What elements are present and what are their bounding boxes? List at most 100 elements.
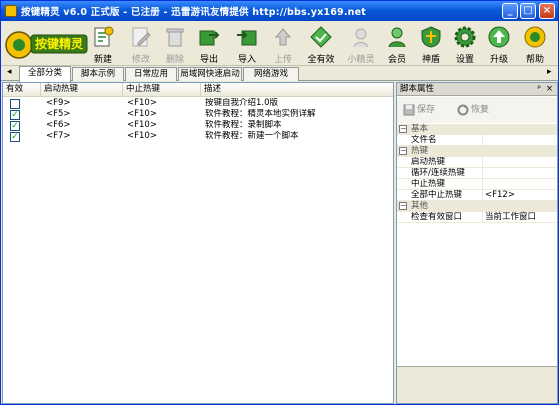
col-valid[interactable]: 有效 (3, 83, 41, 97)
stop-hotkey-cell: <F10> (127, 98, 157, 108)
wizard-button[interactable]: 小精灵 (343, 23, 379, 65)
tab-lan[interactable]: 局域网快速启动 (178, 67, 242, 81)
upload-icon (274, 28, 292, 46)
valid-checkbox[interactable] (10, 99, 20, 109)
property-value[interactable]: <F12> (485, 190, 515, 200)
tab-scroll-right-icon[interactable]: ▸ (547, 67, 552, 77)
collapse-icon[interactable]: − (399, 202, 407, 210)
col-stop-hotkey[interactable]: 中止热键 (123, 83, 201, 97)
window-title: 按键精灵 v6.0 正式版 - 已注册 - 迅雷游讯友情提供 http://bb… (21, 7, 367, 18)
valid-checkbox[interactable]: ✓ (10, 121, 20, 131)
all-valid-icon (310, 26, 332, 48)
upgrade-icon (488, 26, 510, 48)
new-script-icon (94, 26, 114, 47)
stop-hotkey-cell: <F10> (127, 109, 157, 119)
property-row[interactable]: 全部中止热键 <F12> (397, 190, 557, 201)
property-row[interactable]: 循环/连续热键 (397, 168, 557, 179)
title-bar[interactable]: 按键精灵 v6.0 正式版 - 已注册 - 迅雷游讯友情提供 http://bb… (1, 1, 558, 21)
property-key: 全部中止热键 (411, 190, 483, 201)
member-icon (388, 27, 406, 48)
property-row[interactable]: 中止热键 (397, 179, 557, 190)
import-icon (237, 30, 257, 46)
upgrade-button-label: 升级 (489, 55, 508, 65)
script-list[interactable]: 有效 启动热键 中止热键 描述 <F9> <F10> 按键自我介绍1.0版 ✓ <F5>… (2, 82, 394, 404)
property-key: 中止热键 (411, 179, 483, 190)
import-button-label: 导入 (237, 55, 256, 65)
properties-panel: 脚本属性 ᵖ × 保存 恢复 − 基本 文件名 − 热键 启动热键 循环/连续热键 中止热键全… (396, 82, 558, 404)
property-description (397, 366, 557, 403)
close-button[interactable]: × (539, 3, 555, 19)
collapse-icon[interactable]: − (399, 147, 407, 155)
all-valid-button[interactable]: 全有效 (303, 23, 339, 65)
maximize-button[interactable]: □ (520, 3, 536, 19)
stop-hotkey-cell: <F10> (127, 131, 157, 141)
description-cell: 软件教程：录制脚本 (205, 120, 282, 130)
save-label: 保存 (417, 105, 436, 115)
restore-button[interactable]: 恢复 (457, 102, 489, 118)
properties-close-icon[interactable]: × (546, 83, 553, 95)
valid-checkbox[interactable]: ✓ (10, 110, 20, 120)
import-button[interactable]: 导入 (229, 23, 265, 65)
all-valid-button-label: 全有效 (307, 55, 335, 65)
property-category[interactable]: − 基本 (397, 124, 557, 135)
help-button-label: 帮助 (525, 55, 544, 65)
properties-toolbar: 保存 恢复 (397, 97, 557, 123)
tab-scroll-left-icon[interactable]: ◂ (7, 67, 12, 77)
upgrade-button[interactable]: 升级 (481, 23, 517, 65)
pin-icon[interactable]: ᵖ (537, 83, 541, 95)
category-label: 其他 (411, 201, 429, 211)
properties-header: 脚本属性 ᵖ × (397, 83, 557, 96)
property-category[interactable]: − 热键 (397, 146, 557, 157)
export-button[interactable]: 导出 (191, 23, 227, 65)
property-category[interactable]: − 其他 (397, 201, 557, 212)
member-button[interactable]: 会员 (379, 23, 415, 65)
start-hotkey-cell: <F7> (46, 131, 71, 141)
restore-label: 恢复 (471, 105, 490, 115)
app-logo: 按键精灵 (5, 31, 88, 59)
app-icon (5, 5, 17, 17)
help-button[interactable]: 帮助 (517, 23, 553, 65)
property-row[interactable]: 启动热键 (397, 157, 557, 168)
help-icon (524, 26, 546, 48)
delete-button-label: 删除 (165, 55, 184, 65)
save-icon (403, 104, 415, 115)
delete-button[interactable]: 删除 (157, 23, 193, 65)
upload-button-label: 上传 (273, 55, 292, 65)
category-label: 热键 (411, 146, 429, 156)
tab-online-games[interactable]: 网络游戏 (243, 67, 299, 81)
new-button[interactable]: 新建 (85, 23, 121, 65)
property-row[interactable]: 检查有效窗口 当前工作窗口 (397, 212, 557, 223)
edit-button[interactable]: 修改 (123, 23, 159, 65)
wizard-icon (353, 28, 369, 48)
table-row[interactable]: ✓ <F7> <F10> 软件教程：新建一个脚本 (3, 131, 393, 143)
tab-examples[interactable]: 脚本示例 (72, 67, 124, 81)
tab-daily[interactable]: 日常应用 (125, 67, 177, 81)
valid-checkbox[interactable]: ✓ (10, 132, 20, 142)
col-description[interactable]: 描述 (201, 83, 393, 97)
main-toolbar: 按键精灵 新建 修改 删除 导出 导入 上传 全有效 小精灵 会员 神盾 设置 … (1, 22, 558, 66)
collapse-icon[interactable]: − (399, 125, 407, 133)
save-button[interactable]: 保存 (403, 102, 435, 118)
property-row[interactable]: 文件名 (397, 135, 557, 146)
category-tabs: ◂ 全部分类 脚本示例 日常应用 局域网快速启动 网络游戏 ▸ (1, 66, 558, 82)
list-header: 有效 启动热键 中止热键 描述 (3, 83, 393, 97)
upload-button[interactable]: 上传 (265, 23, 301, 65)
export-icon (199, 30, 220, 46)
main-window: 按键精灵 v6.0 正式版 - 已注册 - 迅雷游讯友情提供 http://bb… (0, 0, 559, 405)
property-key: 启动热键 (411, 157, 483, 168)
property-value[interactable]: 当前工作窗口 (485, 212, 536, 222)
new-button-label: 新建 (93, 55, 112, 65)
property-key: 文件名 (411, 135, 483, 146)
export-button-label: 导出 (199, 55, 218, 65)
edit-button-label: 修改 (131, 55, 150, 65)
shield-button[interactable]: 神盾 (413, 23, 449, 65)
tab-all[interactable]: 全部分类 (19, 66, 71, 82)
description-cell: 软件教程：新建一个脚本 (205, 131, 299, 141)
minimize-button[interactable]: _ (502, 3, 518, 19)
gear-icon (454, 26, 476, 48)
settings-button[interactable]: 设置 (447, 23, 483, 65)
start-hotkey-cell: <F6> (46, 120, 71, 130)
col-start-hotkey[interactable]: 启动热键 (41, 83, 123, 97)
property-grid: − 基本 文件名 − 热键 启动热键 循环/连续热键 中止热键 全部中止热键 <F12> − 其他 检查… (397, 124, 557, 223)
shield-icon (421, 26, 441, 48)
